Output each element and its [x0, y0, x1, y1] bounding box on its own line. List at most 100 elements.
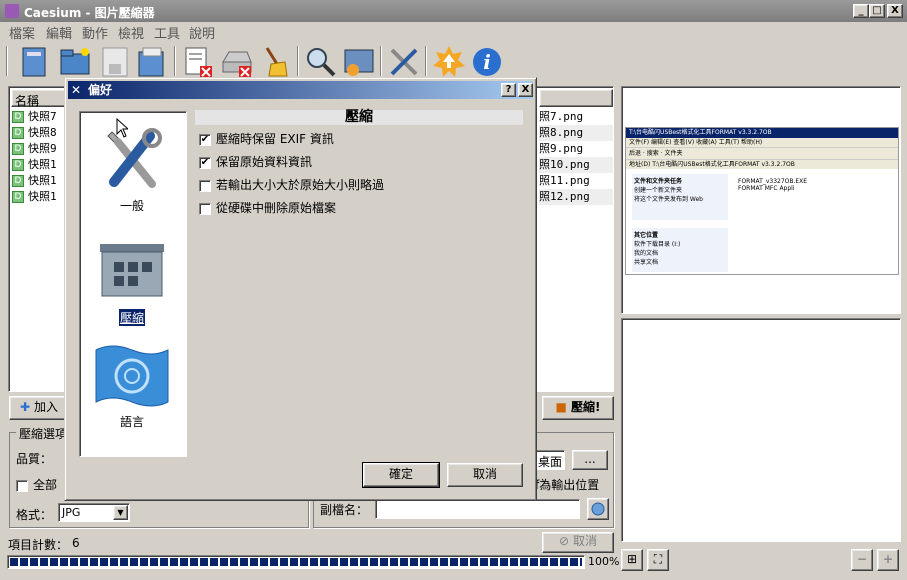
toolbar-separator: [297, 46, 299, 76]
minimize-button[interactable]: _: [853, 4, 869, 18]
preview-other1: 软件下载目录 (I:): [634, 241, 681, 248]
all-checkbox[interactable]: 全部: [16, 478, 57, 494]
list-item-path: 照7.png: [539, 110, 584, 123]
export-icon[interactable]: [134, 44, 170, 80]
remove-item-icon[interactable]: [180, 44, 216, 80]
format-select[interactable]: JPG ▼: [58, 503, 130, 522]
as-output-label: f為輸出位置: [535, 478, 600, 492]
list-item-path: 照12.png: [539, 189, 613, 205]
tools-general-icon: [107, 128, 162, 188]
document-icon: D: [12, 143, 24, 155]
close-button[interactable]: X: [887, 4, 903, 18]
list-item-path: 照11.png: [539, 174, 590, 187]
add-button[interactable]: ✚ 加入: [9, 396, 69, 420]
progress-percent: 100%: [588, 555, 620, 568]
keep-original-data-checkbox[interactable]: ✔ 保留原始資料資訊: [199, 155, 312, 171]
column-header-label: 名稱: [15, 94, 40, 108]
fullscreen-icon[interactable]: ⛶: [647, 549, 669, 571]
keep-original-data-label: 保留原始資料資訊: [216, 155, 313, 169]
list-item[interactable]: D 快照8: [12, 125, 57, 141]
category-language-label: 語言: [119, 415, 144, 429]
keep-exif-label: 壓縮時保留 EXIF 資訊: [216, 132, 334, 146]
compress-icon: ■: [555, 400, 567, 414]
extension-label: 副檔名：: [320, 503, 369, 517]
preview-address-value: T:\台电酷闪USBest格式化工具FORMAT v3.3.2.7OB: [652, 161, 795, 168]
info-icon[interactable]: i: [469, 44, 505, 80]
dialog-cancel-label: 取消: [472, 467, 497, 481]
preview-back: 后退: [629, 150, 642, 157]
chevron-down-icon[interactable]: ▼: [113, 505, 128, 520]
delete-original-checkbox[interactable]: 從硬碟中刪除原始檔案: [199, 201, 336, 217]
title-bar: Caesium - 图片壓縮器 _ □ X: [0, 0, 907, 22]
tools-icon: ✕: [71, 83, 82, 97]
skip-larger-checkbox[interactable]: 若輸出大小大於原始大小則略過: [199, 178, 384, 194]
list-item[interactable]: D 快照9: [12, 141, 57, 157]
zoom-out-button[interactable]: −: [851, 549, 873, 571]
compress-button[interactable]: ■ 壓縮!: [542, 396, 614, 420]
dialog-cancel-button[interactable]: 取消: [447, 463, 523, 487]
format-select-value: JPG: [62, 506, 81, 519]
update-icon[interactable]: [431, 44, 467, 80]
all-label: 全部: [33, 478, 58, 492]
preview-search: 搜索: [646, 150, 659, 157]
preview-address: 地址(D) T:\台电酷闪USBest格式化工具FORMAT v3.3.2.7O…: [626, 159, 898, 169]
list-item-path: 照9.png: [539, 142, 584, 155]
preview-other3: 共享文档: [634, 259, 659, 266]
list-item-name: 快照7: [28, 110, 57, 123]
skip-larger-label: 若輸出大小大於原始大小則略過: [216, 178, 385, 192]
ok-button[interactable]: 確定: [362, 462, 440, 488]
list-item[interactable]: D 快照1: [12, 189, 57, 205]
preview-folders: 文件夹: [664, 150, 683, 157]
list-item[interactable]: D 快照7: [12, 109, 57, 125]
category-general[interactable]: 一般: [80, 126, 184, 214]
zoom-in-button[interactable]: +: [877, 549, 899, 571]
category-list[interactable]: 一般 壓縮 語言: [79, 111, 187, 457]
toolbar-separator: [380, 46, 382, 76]
preview-other-pane: 其它位置 软件下载目录 (I:) 我的文档 共享文档: [632, 228, 728, 272]
maximize-button[interactable]: □: [869, 4, 885, 18]
browse-button[interactable]: ...: [572, 450, 608, 470]
document-icon: D: [12, 127, 24, 139]
settings-tools-icon[interactable]: [386, 44, 422, 80]
cancel-compress-button[interactable]: ⊘ 取消: [542, 532, 614, 553]
checkbox: [16, 479, 28, 492]
column-header-name[interactable]: 名稱: [11, 89, 67, 108]
progress-fill: [10, 558, 582, 566]
preview-icon[interactable]: [341, 44, 377, 80]
menu-bar: 檔案 編輯 動作 檢視 工具 說明: [0, 22, 907, 42]
list-item[interactable]: D 快照1: [12, 157, 57, 173]
open-file-icon[interactable]: [17, 44, 53, 80]
dialog-help-button[interactable]: ?: [501, 83, 516, 97]
fit-icon[interactable]: ⊞: [621, 549, 643, 571]
category-general-label: 一般: [119, 199, 144, 213]
dialog-close-button[interactable]: X: [518, 83, 533, 97]
preview-task-title: 文件和文件夹任务: [634, 178, 683, 185]
extension-input[interactable]: [375, 499, 580, 519]
document-icon: D: [12, 111, 24, 123]
refresh-button[interactable]: [587, 498, 609, 520]
list-item-name: 快照9: [28, 142, 57, 155]
preview-titlebar: T:\台电酷闪USBest格式化工具FORMAT v3.3.2.7OB: [626, 128, 898, 138]
list-item-name: 快照1: [28, 190, 57, 203]
toolbar-grip: [6, 46, 8, 76]
category-compression[interactable]: 壓縮: [80, 238, 184, 326]
category-language[interactable]: 語言: [80, 342, 184, 430]
preview-toolbar: 后退 · 搜索 · 文件夹: [626, 147, 898, 159]
zoom-icon[interactable]: [303, 44, 339, 80]
clean-icon[interactable]: [257, 44, 293, 80]
list-item[interactable]: D 快照1: [12, 173, 57, 189]
checkbox-checked: ✔: [199, 133, 211, 146]
item-count-label: 項目計數：: [8, 538, 69, 552]
item-count-value: 6: [72, 536, 80, 550]
save-icon[interactable]: [97, 44, 133, 80]
preview-file1: FORMAT_v3327OB.EXE: [738, 178, 808, 185]
output-folder-field[interactable]: 桌面: [535, 450, 565, 470]
clear-list-icon[interactable]: [219, 44, 255, 80]
column-header[interactable]: [539, 89, 613, 107]
open-folder-icon[interactable]: [57, 44, 93, 80]
toolbar-separator: [425, 46, 427, 76]
preview-file: FORMAT_v3327OB.EXE FORMAT MFC Appli: [738, 178, 807, 192]
keep-exif-checkbox[interactable]: ✔ 壓縮時保留 EXIF 資訊: [199, 132, 334, 148]
document-icon: D: [12, 159, 24, 171]
preferences-dialog: ✕ 偏好 ? X 一般 壓縮 語言 壓縮 ✔ 壓縮時保留 EXIF 資訊 ✔ 保…: [64, 77, 537, 501]
